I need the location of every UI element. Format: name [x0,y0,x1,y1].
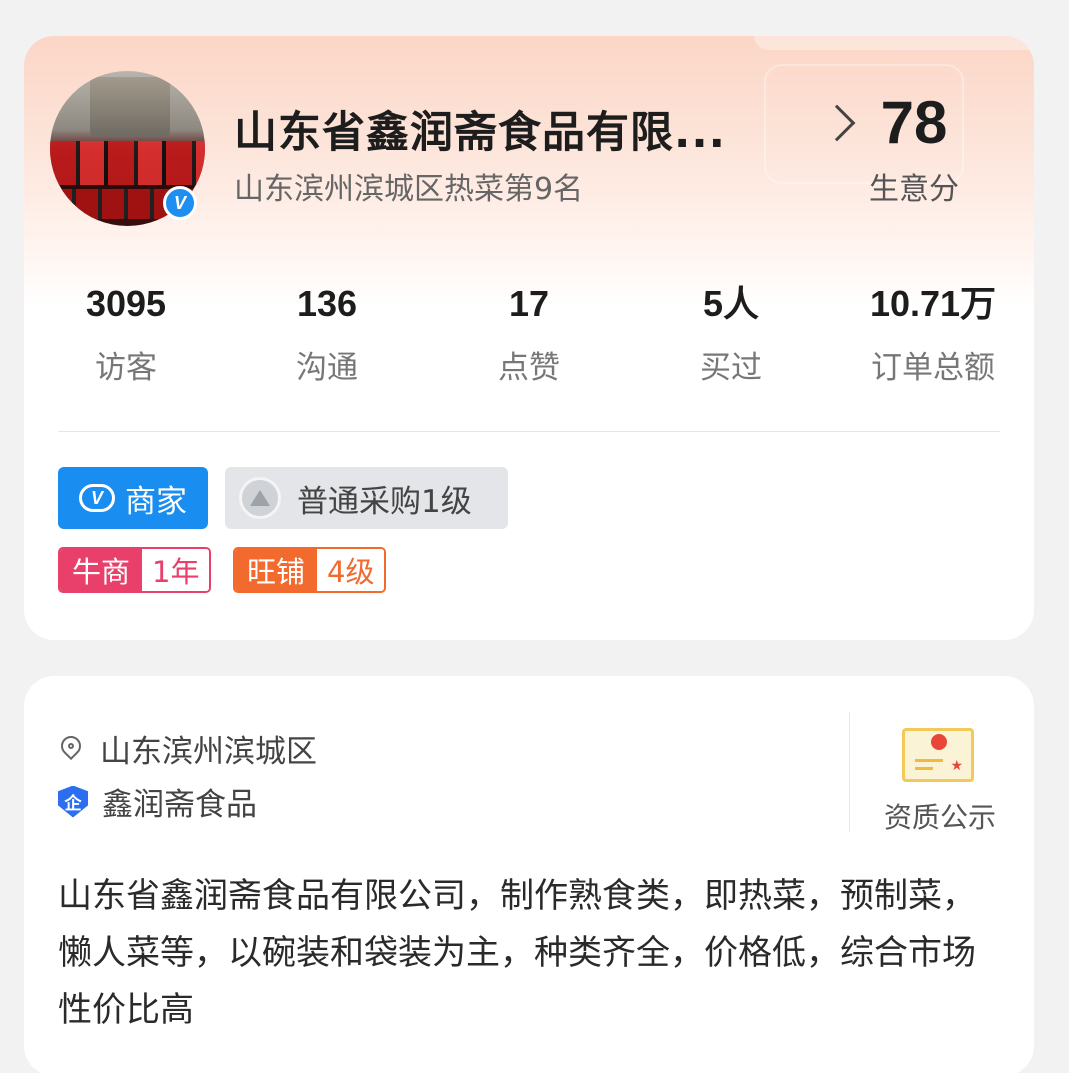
shop-description: 山东省鑫润斋食品有限公司，制作熟食类，即热菜，预制菜，懒人菜等，以碗装和袋装为主… [58,876,976,1030]
stat-label: 订单总额 [871,350,995,386]
stat-label: 访客 [95,350,157,386]
stat-order-total[interactable]: 10.71万 订单总额 [843,280,1023,387]
wangpu-tag-name: 旺铺 [235,549,318,591]
stat-buyers[interactable]: 5人 买过 [641,280,821,387]
purchase-level-badge[interactable]: 普通采购1级 [225,467,508,529]
stat-value: 136 [296,283,358,324]
stat-value: 5人 [702,283,760,324]
shop-header-card: V 山东省鑫润斋食品有限... 山东滨州滨城区热菜第9名 78 生意分 3095… [24,36,1034,640]
location-text: 山东滨州滨城区 [100,734,317,770]
divider [58,431,1000,432]
enterprise-row[interactable]: 企 鑫润斋食品 [58,779,257,824]
verified-icon: V [163,186,197,220]
shop-name[interactable]: 山东省鑫润斋食品有限... [234,98,726,160]
merchant-badge-label: 商家 [125,483,187,520]
shop-info-card: 山东滨州滨城区 企 鑫润斋食品 ★ 资质公示 山东省鑫润斋食品有限公司，制作熟食… [24,676,1034,1073]
certificate-icon[interactable]: ★ [902,728,974,782]
vertical-divider [849,712,850,832]
shop-rank[interactable]: 山东滨州滨城区热菜第9名 [234,164,583,208]
stat-value: 10.71万 [869,283,997,324]
stat-label: 买过 [700,350,762,386]
niushang-tag[interactable]: 牛商 1年 [58,547,212,593]
stat-likes[interactable]: 17 点赞 [439,280,619,387]
header-decoration [754,36,1034,50]
wangpu-tag-value: 4级 [317,549,385,591]
stat-label: 点赞 [498,350,560,386]
certificate-label[interactable]: 资质公示 [870,796,1010,836]
stat-label: 沟通 [296,350,358,386]
shop-avatar[interactable]: V [50,71,205,226]
purchase-level-label: 普通采购1级 [297,483,472,520]
enterprise-name: 鑫润斋食品 [102,787,257,823]
niushang-tag-name: 牛商 [60,549,143,591]
location-pin-icon [56,731,86,762]
level-triangle-icon [239,477,281,519]
stat-value: 3095 [85,283,167,324]
stat-visitors[interactable]: 3095 访客 [36,280,216,387]
location-row[interactable]: 山东滨州滨城区 [56,726,317,771]
wangpu-tag[interactable]: 旺铺 4级 [233,547,387,593]
stat-communications[interactable]: 136 沟通 [237,280,417,387]
stat-value: 17 [508,283,550,324]
business-score-value[interactable]: 78 [869,88,959,157]
business-score-label: 生意分 [869,172,959,207]
merchant-badge[interactable]: V 商家 [58,467,208,529]
niushang-tag-value: 1年 [142,549,210,591]
stats-row: 3095 访客 136 沟通 17 点赞 5人 买过 10.71万 订单总额 [24,280,1034,390]
enterprise-shield-icon: 企 [58,785,88,818]
merchant-v-icon: V [79,484,115,512]
